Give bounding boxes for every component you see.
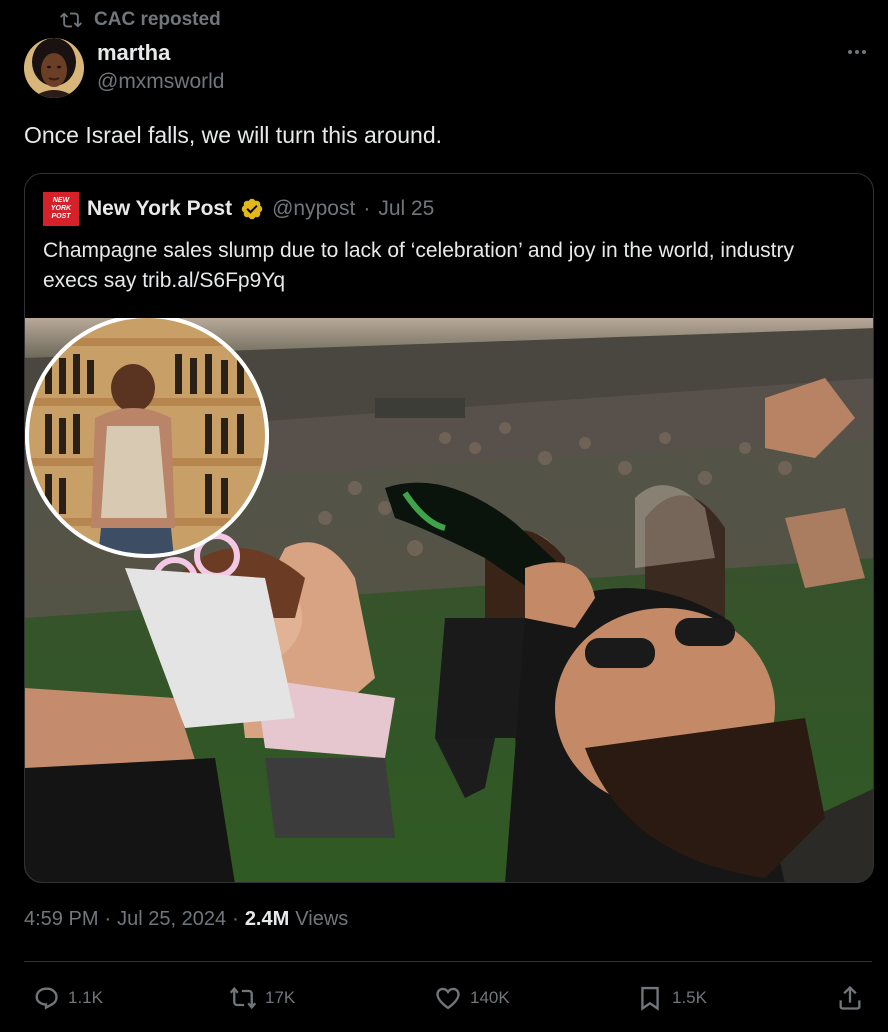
quote-author-handle[interactable]: @nypost xyxy=(272,197,355,221)
bookmark-icon xyxy=(641,986,659,1011)
nypost-logo-text: POST xyxy=(51,213,71,220)
divider xyxy=(24,961,872,962)
reply-button[interactable]: 1.1K xyxy=(32,980,103,1016)
avatar[interactable] xyxy=(24,38,84,98)
heart-icon xyxy=(436,987,460,1010)
quote-separator: · xyxy=(363,197,371,220)
quote-text: Champagne sales slump due to lack of ‘ce… xyxy=(43,239,794,292)
author-display-name[interactable]: martha xyxy=(97,40,170,66)
tweet-text: Once Israel falls, we will turn this aro… xyxy=(24,122,443,148)
repost-label: CAC reposted xyxy=(94,9,221,30)
reply-count: 1.1K xyxy=(68,988,103,1007)
bookmark-count: 1.5K xyxy=(672,988,707,1007)
action-bar: 1.1K 17K 140K 1.5K xyxy=(0,980,888,1016)
bookmark-button[interactable]: 1.5K xyxy=(636,980,707,1016)
nypost-logo-text: NEW xyxy=(52,197,70,204)
quoted-tweet[interactable]: NEW YORK POST New York Post @nypost · Ju… xyxy=(24,173,874,883)
quote-author-name[interactable]: New York Post xyxy=(87,197,232,221)
reply-icon xyxy=(35,987,58,1010)
more-dot-icon xyxy=(855,50,859,54)
tweet-metadata: 4:59 PM · Jul 25, 2024 · 2.4M Views xyxy=(24,908,348,931)
like-button[interactable]: 140K xyxy=(434,980,510,1016)
views-label: Views xyxy=(295,908,349,930)
quote-header: NEW YORK POST New York Post @nypost · Ju… xyxy=(43,192,434,226)
more-options-button[interactable] xyxy=(842,40,872,64)
tweet-date[interactable]: Jul 25, 2024 xyxy=(117,908,226,931)
share-button[interactable] xyxy=(836,980,864,1016)
more-dot-icon xyxy=(848,50,852,54)
author-handle[interactable]: @mxmsworld xyxy=(97,70,225,94)
repost-icon xyxy=(229,986,257,1010)
repost-icon xyxy=(60,12,82,28)
share-icon xyxy=(839,985,861,1010)
tweet-time[interactable]: 4:59 PM xyxy=(24,908,98,931)
views-count[interactable]: 2.4M xyxy=(245,908,289,931)
nypost-logo: NEW YORK POST xyxy=(43,192,79,226)
quote-photo[interactable] xyxy=(25,318,873,882)
repost-button[interactable]: 17K xyxy=(229,980,295,1016)
repost-row[interactable]: CAC reposted xyxy=(60,8,221,32)
verified-badge-icon xyxy=(241,198,263,220)
like-count: 140K xyxy=(470,988,510,1007)
nypost-logo-text: YORK xyxy=(50,205,72,212)
quote-date[interactable]: Jul 25 xyxy=(378,197,434,221)
more-dot-icon xyxy=(862,50,866,54)
repost-count: 17K xyxy=(265,988,296,1007)
meta-separator: · xyxy=(104,908,112,930)
meta-separator: · xyxy=(232,908,239,930)
